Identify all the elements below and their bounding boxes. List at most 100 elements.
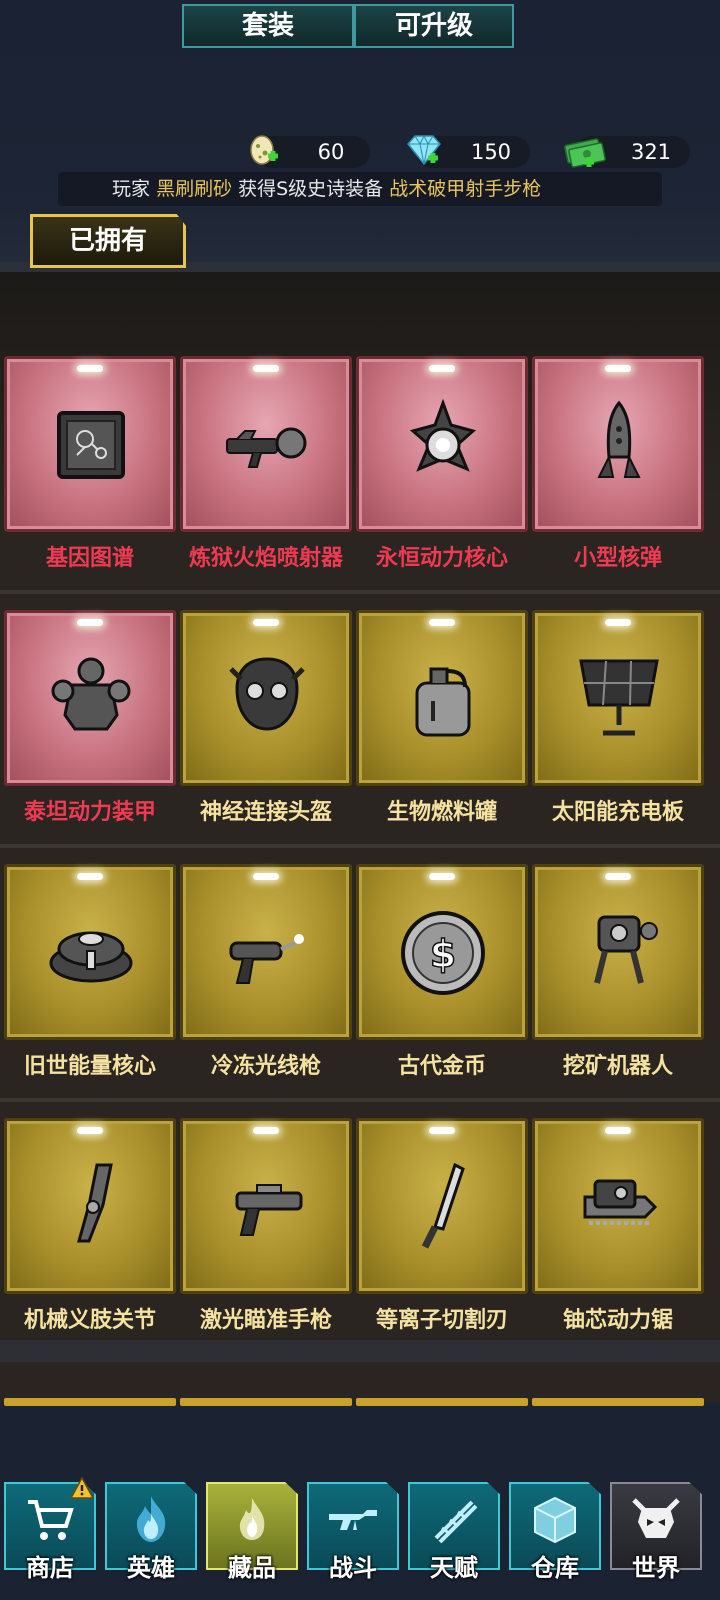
collection-card-label: 泰坦动力装甲	[23, 800, 156, 825]
energy-core-icon	[49, 931, 133, 983]
collection-card-label: 炼狱火焰喷射器	[188, 546, 343, 571]
collection-card[interactable]	[180, 1118, 352, 1294]
shelf-divider	[0, 844, 720, 848]
skull-icon	[632, 1498, 680, 1538]
egg-count: 60	[317, 140, 345, 164]
card-lamp	[429, 1127, 455, 1134]
collection-card[interactable]	[356, 356, 528, 532]
collection-card[interactable]	[532, 356, 704, 532]
collection-card[interactable]	[4, 356, 176, 532]
warning-icon	[70, 1476, 94, 1499]
plasma-blade-icon	[421, 1162, 465, 1249]
nav-warehouse-label: 仓库	[531, 1554, 579, 1582]
card-partial	[180, 1398, 352, 1406]
news-item: 战术破甲射手步枪	[389, 178, 542, 200]
collection-card-label: 机械义肢关节	[23, 1308, 156, 1333]
collection-card[interactable]	[356, 610, 528, 786]
nav-world-label: 世界	[632, 1554, 680, 1582]
shelf-divider	[0, 1098, 720, 1102]
mining-robot-icon	[594, 915, 658, 984]
card-lamp	[77, 619, 103, 626]
card-lamp	[429, 619, 455, 626]
nav-collection-label: 藏品	[228, 1554, 276, 1582]
tab-upgradable[interactable]: 可升级	[354, 4, 514, 48]
collection-card[interactable]	[4, 864, 176, 1040]
laser-pistol-icon	[235, 1184, 303, 1236]
power-core-icon	[409, 398, 477, 472]
card-lamp	[429, 873, 455, 880]
card-lamp	[77, 365, 103, 372]
collection-card[interactable]	[4, 1118, 176, 1294]
shelf-divider	[0, 590, 720, 594]
collection-card[interactable]	[532, 864, 704, 1040]
card-partial	[356, 1398, 528, 1406]
card-lamp	[253, 873, 279, 880]
collection-card[interactable]	[180, 864, 352, 1040]
freeze-ray-icon	[229, 934, 304, 984]
shelf-divider	[0, 1340, 720, 1362]
diamond-resource[interactable]: 150	[407, 134, 530, 168]
collection-card-label: 冷冻光线枪	[210, 1054, 321, 1079]
card-lamp	[605, 1127, 631, 1134]
nav-world[interactable]: 世界	[610, 1482, 702, 1588]
egg-resource[interactable]: 60	[250, 135, 370, 168]
collection-card-label: 古代金币	[397, 1054, 486, 1079]
collection-card-label: 永恒动力核心	[375, 546, 508, 571]
neural-helmet-icon	[229, 657, 305, 731]
solar-panel-icon	[579, 659, 659, 736]
collection-card-label: 神经连接头盔	[199, 800, 332, 825]
news-middle: 获得S级史诗装备	[238, 178, 384, 200]
card-lamp	[77, 873, 103, 880]
collection-card-label: 挖矿机器人	[562, 1054, 673, 1079]
cash-resource[interactable]: 321	[564, 136, 690, 168]
collection-card-label: 铀芯动力锯	[562, 1308, 673, 1333]
dna-icon	[434, 1500, 478, 1544]
news-player: 黑刷刷砂	[156, 178, 233, 200]
news-ticker: 玩家 黑刷刷砂 获得S级史诗装备 战术破甲射手步枪	[58, 172, 662, 206]
flame-hero-icon	[136, 1496, 166, 1542]
collection-card-label: 生物燃料罐	[386, 800, 497, 825]
nav-warehouse[interactable]: 仓库	[509, 1482, 601, 1588]
nav-talent[interactable]: 天赋	[408, 1482, 500, 1588]
card-lamp	[605, 873, 631, 880]
collection-card[interactable]: $	[356, 864, 528, 1040]
gene-map-icon	[57, 411, 125, 479]
collection-card-label: 太阳能充电板	[551, 800, 684, 825]
card-lamp	[253, 1127, 279, 1134]
tab-sets[interactable]: 套装	[182, 4, 354, 48]
collection-card[interactable]	[532, 1118, 704, 1294]
coin-icon: $	[401, 911, 485, 995]
nav-battle[interactable]: 战斗	[307, 1482, 399, 1588]
collection-card-label: 基因图谱	[45, 546, 134, 571]
card-lamp	[253, 619, 279, 626]
collection-card[interactable]	[180, 356, 352, 532]
cart-icon	[28, 1500, 74, 1540]
prosthetic-icon	[77, 1163, 113, 1243]
collection-card-label: 小型核弹	[573, 546, 662, 571]
fuel-tank-icon	[415, 667, 471, 737]
chainsaw-icon	[583, 1179, 658, 1225]
card-lamp	[429, 365, 455, 372]
collection-card-label: 等离子切割刃	[375, 1308, 508, 1333]
flame-collection-icon	[239, 1498, 265, 1540]
card-lamp	[253, 365, 279, 372]
power-armor-icon	[51, 657, 131, 731]
card-lamp	[605, 365, 631, 372]
collection-card[interactable]	[356, 1118, 528, 1294]
nav-heroes-label: 英雄	[127, 1554, 175, 1582]
collection-card[interactable]	[4, 610, 176, 786]
nav-battle-label: 战斗	[329, 1554, 377, 1582]
nav-shop[interactable]: 商店	[4, 1476, 96, 1588]
nav-talent-label: 天赋	[430, 1554, 478, 1582]
card-partial	[4, 1398, 176, 1406]
collection-card[interactable]	[180, 610, 352, 786]
nav-collection[interactable]: 藏品	[206, 1482, 298, 1588]
card-lamp	[77, 1127, 103, 1134]
collection-card[interactable]	[532, 610, 704, 786]
card-lamp	[605, 619, 631, 626]
cash-count: 321	[630, 140, 672, 164]
tab-owned[interactable]: 已拥有	[30, 214, 186, 268]
rifle-icon	[329, 1510, 377, 1530]
nav-shop-label: 商店	[26, 1554, 74, 1582]
nav-heroes[interactable]: 英雄	[105, 1482, 197, 1588]
